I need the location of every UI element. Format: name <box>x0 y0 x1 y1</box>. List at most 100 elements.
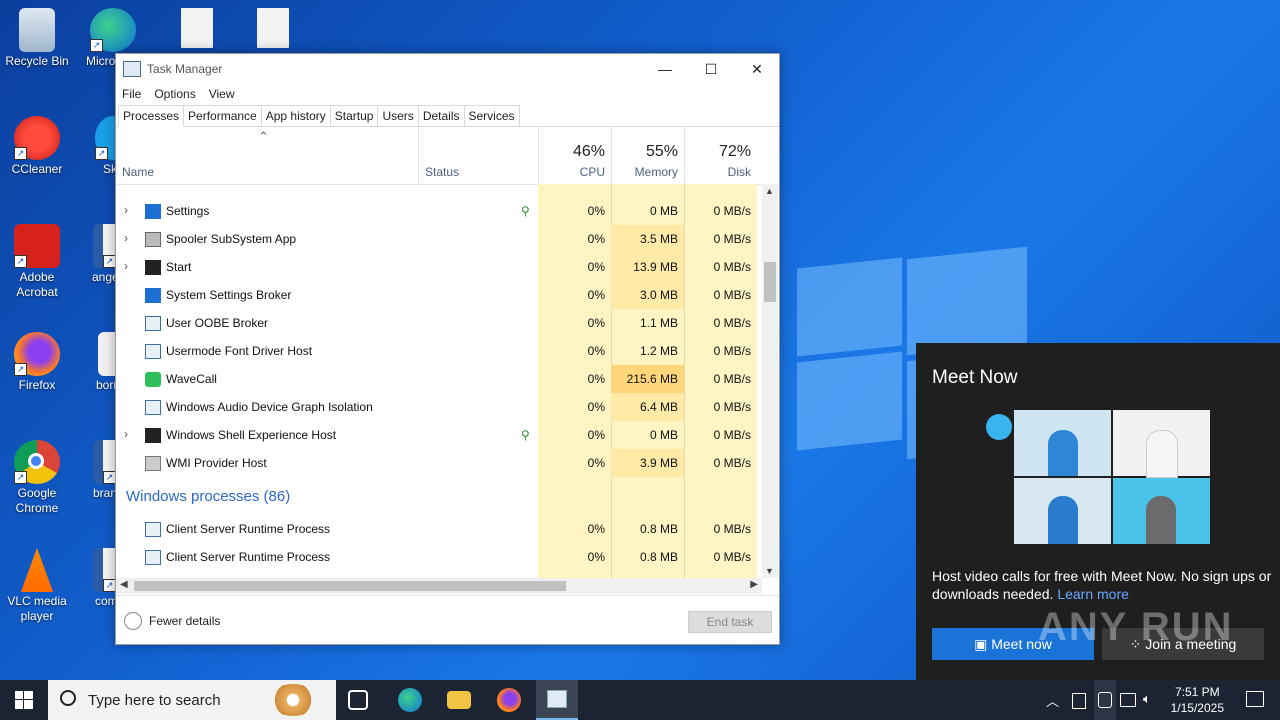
sort-up-icon[interactable]: ⌃ <box>258 129 269 145</box>
window-icon <box>145 344 161 359</box>
recycle-bin-icon <box>19 8 55 52</box>
desktop-icon-vlc[interactable]: VLC media player <box>0 548 74 624</box>
tab-processes[interactable]: Processes <box>118 105 185 127</box>
chevron-up-icon[interactable]: ︿ <box>1046 691 1059 710</box>
horizontal-scrollbar[interactable]: ◀ ▶ <box>116 578 762 594</box>
tab-app-history[interactable]: App history <box>260 105 331 126</box>
maximize-button[interactable]: ☐ <box>688 54 734 84</box>
column-cpu[interactable]: 46% CPU <box>538 127 611 184</box>
taskbar-search-box[interactable]: Type here to search <box>48 680 336 720</box>
expand-icon[interactable]: › <box>124 427 128 441</box>
scroll-left-icon[interactable]: ◀ <box>120 579 128 590</box>
table-row[interactable]: › Spooler SubSystem App 0% 3.5 MB 0 MB/s <box>116 225 758 253</box>
table-row[interactable]: Client Server Runtime Process 0% 0.8 MB … <box>116 543 758 571</box>
tab-services[interactable]: Services <box>463 105 520 126</box>
edge-icon: ↗ <box>90 8 136 52</box>
edge-taskbar-icon[interactable] <box>398 688 422 712</box>
footer-bar: Fewer details End task <box>116 595 779 645</box>
vlc-icon <box>20 548 54 592</box>
task-manager-icon <box>547 690 567 708</box>
table-row[interactable]: WaveCall 0% 215.6 MB 0 MB/s <box>116 365 758 393</box>
column-memory[interactable]: 55% Memory <box>611 127 684 184</box>
task-view-icon[interactable] <box>348 690 368 710</box>
menu-bar: File Options View <box>116 84 779 104</box>
fewer-details-link[interactable]: Fewer details <box>149 614 220 628</box>
desktop-icon-recycle-bin[interactable]: Recycle Bin <box>0 8 74 69</box>
network-icon[interactable] <box>1120 693 1136 707</box>
camera-icon: ▣ <box>974 636 992 652</box>
desktop-icon-ccleaner[interactable]: ↗ CCleaner <box>0 116 74 177</box>
scroll-up-icon[interactable]: ▲ <box>765 186 774 196</box>
meet-now-flyout: Meet Now Host video calls for free with … <box>916 343 1280 681</box>
firefox-taskbar-icon[interactable] <box>497 688 521 712</box>
task-manager-taskbar-button[interactable] <box>536 680 578 720</box>
column-disk[interactable]: 72% Disk <box>684 127 757 184</box>
window-title: Task Manager <box>147 62 223 76</box>
table-row[interactable]: System Settings Broker 0% 3.0 MB 0 MB/s <box>116 281 758 309</box>
menu-file[interactable]: File <box>122 87 141 101</box>
table-row[interactable]: WMI Provider Host 0% 3.9 MB 0 MB/s <box>116 449 758 477</box>
vertical-scrollbar[interactable]: ▲ ▼ <box>762 184 778 578</box>
file-explorer-icon[interactable] <box>447 691 471 709</box>
tab-startup[interactable]: Startup <box>329 105 379 126</box>
meet-now-tray-icon[interactable] <box>1094 680 1116 720</box>
video-camera-icon <box>986 414 1012 440</box>
table-row[interactable]: Windows Audio Device Graph Isolation 0% … <box>116 393 758 421</box>
expand-icon[interactable]: › <box>124 259 128 273</box>
meet-now-illustration <box>986 410 1212 545</box>
search-highlight-icon <box>268 684 318 716</box>
desktop-icon-image-2[interactable] <box>236 8 310 50</box>
tab-strip: Processes Performance App history Startu… <box>116 104 779 127</box>
start-icon <box>145 260 161 275</box>
menu-options[interactable]: Options <box>154 87 195 101</box>
expand-icon[interactable]: › <box>124 231 128 245</box>
tab-performance[interactable]: Performance <box>183 105 262 126</box>
menu-view[interactable]: View <box>209 87 235 101</box>
end-task-button[interactable]: End task <box>688 611 772 633</box>
learn-more-link[interactable]: Learn more <box>1057 586 1129 602</box>
wavecall-icon <box>145 372 161 387</box>
task-manager-app-icon <box>123 61 141 77</box>
scroll-thumb[interactable] <box>764 262 776 302</box>
desktop-icon-image-1[interactable] <box>160 8 234 50</box>
group-header-windows-processes[interactable]: Windows processes (86) <box>126 488 290 505</box>
ccleaner-icon: ↗ <box>14 116 60 160</box>
task-manager-window: Task Manager — ☐ ✕ File Options View Pro… <box>115 53 780 645</box>
table-row[interactable]: Client Server Runtime Process 0% 0.8 MB … <box>116 515 758 543</box>
chevron-up-icon[interactable] <box>124 612 142 630</box>
anyrun-watermark: ANY RUN <box>1038 605 1234 649</box>
table-row[interactable]: › Windows Shell Experience Host ⚲ 0% 0 M… <box>116 421 758 449</box>
scroll-right-icon[interactable]: ▶ <box>750 579 758 590</box>
start-button[interactable] <box>15 691 33 709</box>
volume-icon[interactable]: 🔈︎ <box>1143 691 1151 707</box>
title-bar[interactable]: Task Manager — ☐ ✕ <box>116 54 779 84</box>
table-row[interactable]: › Start 0% 13.9 MB 0 MB/s <box>116 253 758 281</box>
meet-now-title: Meet Now <box>932 367 1018 388</box>
wmi-icon <box>145 456 161 471</box>
table-row[interactable]: Usermode Font Driver Host 0% 1.2 MB 0 MB… <box>116 337 758 365</box>
table-row[interactable]: › Settings ⚲ 0% 0 MB 0 MB/s <box>116 197 758 225</box>
minimize-button[interactable]: — <box>642 54 688 84</box>
column-name[interactable]: Name <box>122 165 154 179</box>
notification-icon[interactable] <box>1246 691 1264 707</box>
printer-icon <box>145 232 161 247</box>
taskbar: Type here to search ︿ 🔈︎ 7:51 PM 1/15/20… <box>0 680 1280 720</box>
tab-users[interactable]: Users <box>377 105 419 126</box>
firefox-icon: ↗ <box>14 332 60 376</box>
desktop-icon-adobe-acrobat[interactable]: ↗ Adobe Acrobat <box>0 224 74 300</box>
tab-details[interactable]: Details <box>417 105 465 126</box>
window-icon <box>145 400 161 415</box>
search-icon <box>60 690 76 706</box>
desktop-icon-firefox[interactable]: ↗ Firefox <box>0 332 74 393</box>
hscroll-thumb[interactable] <box>134 581 566 591</box>
device-icon[interactable] <box>1072 693 1086 709</box>
close-button[interactable]: ✕ <box>734 54 780 84</box>
desktop-icon-google-chrome[interactable]: ↗ Google Chrome <box>0 440 74 516</box>
table-row[interactable]: User OOBE Broker 0% 1.1 MB 0 MB/s <box>116 309 758 337</box>
image-file-icon <box>181 8 213 48</box>
column-status[interactable]: Status <box>418 127 539 184</box>
window-icon <box>145 522 161 537</box>
expand-icon[interactable]: › <box>124 203 128 217</box>
scroll-down-icon[interactable]: ▼ <box>765 566 774 576</box>
clock[interactable]: 7:51 PM 1/15/2025 <box>1171 684 1224 716</box>
